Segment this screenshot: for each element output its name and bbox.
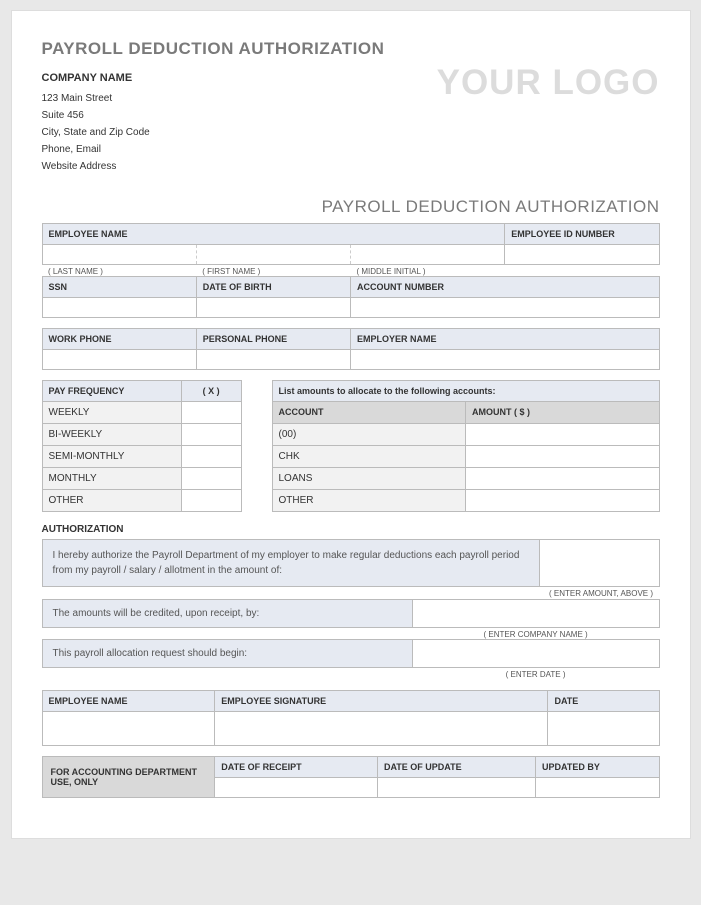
work-phone-header: WORK PHONE: [42, 329, 196, 350]
freq-monthly: MONTHLY: [42, 468, 181, 490]
company-block: COMPANY NAME 123 Main Street Suite 456 C…: [42, 69, 150, 175]
updated-by-header: UPDATED BY: [536, 756, 660, 777]
freq-other: OTHER: [42, 490, 181, 512]
freq-weekly-x[interactable]: [181, 402, 241, 424]
dob-header: DATE OF BIRTH: [196, 277, 350, 298]
last-name-field[interactable]: [42, 244, 196, 264]
account-chk: CHK: [272, 445, 466, 467]
personal-phone-header: PERSONAL PHONE: [196, 329, 350, 350]
document-title: PAYROLL DEDUCTION AUTHORIZATION: [42, 39, 660, 59]
first-name-hint: ( FIRST NAME ): [196, 264, 350, 276]
header-row: COMPANY NAME 123 Main Street Suite 456 C…: [42, 69, 660, 175]
authorization-heading: AUTHORIZATION: [42, 524, 660, 535]
ssn-header: SSN: [42, 277, 196, 298]
credit-table: The amounts will be credited, upon recei…: [42, 599, 660, 640]
allocation-table: List amounts to allocate to the followin…: [272, 380, 660, 512]
amount-header: AMOUNT ( $ ): [466, 402, 660, 423]
begin-text: This payroll allocation request should b…: [42, 640, 412, 668]
ssn-field[interactable]: [42, 298, 196, 318]
personal-phone-field[interactable]: [196, 350, 350, 370]
freq-biweekly: BI-WEEKLY: [42, 424, 181, 446]
account-number-field[interactable]: [351, 298, 660, 318]
accounting-label: FOR ACCOUNTING DEPARTMENT USE, ONLY: [42, 756, 215, 797]
authorization-table: I hereby authorize the Payroll Departmen…: [42, 539, 660, 599]
sig-date-field[interactable]: [548, 711, 659, 745]
sig-employee-signature-field[interactable]: [215, 711, 548, 745]
subtitle: PAYROLL DEDUCTION AUTHORIZATION: [42, 197, 660, 217]
x-header: ( X ): [181, 381, 241, 402]
document-page: PAYROLL DEDUCTION AUTHORIZATION COMPANY …: [11, 10, 691, 839]
accounting-table: FOR ACCOUNTING DEPARTMENT USE, ONLY DATE…: [42, 756, 660, 798]
freq-weekly: WEEKLY: [42, 402, 181, 424]
amount-loans[interactable]: [466, 467, 660, 489]
enter-amount-hint: ( ENTER AMOUNT, ABOVE ): [539, 587, 659, 599]
amount-00[interactable]: [466, 423, 660, 445]
signature-table: EMPLOYEE NAME EMPLOYEE SIGNATURE DATE: [42, 690, 660, 746]
middle-initial-hint: ( MIDDLE INITIAL ): [351, 264, 505, 276]
employee-id-header: EMPLOYEE ID NUMBER: [505, 223, 659, 244]
updated-by-field[interactable]: [536, 777, 660, 797]
first-name-field[interactable]: [196, 244, 350, 264]
middle-initial-field[interactable]: [351, 244, 505, 264]
freq-other-x[interactable]: [181, 490, 241, 512]
freq-biweekly-x[interactable]: [181, 424, 241, 446]
amount-other[interactable]: [466, 489, 660, 511]
date-receipt-field[interactable]: [215, 777, 378, 797]
enter-company-hint: ( ENTER COMPANY NAME ): [412, 627, 659, 639]
date-update-field[interactable]: [377, 777, 535, 797]
company-line4: Phone, Email: [42, 141, 150, 158]
date-receipt-header: DATE OF RECEIPT: [215, 756, 378, 777]
dob-field[interactable]: [196, 298, 350, 318]
freq-monthly-x[interactable]: [181, 468, 241, 490]
last-name-hint: ( LAST NAME ): [42, 264, 196, 276]
date-update-header: DATE OF UPDATE: [377, 756, 535, 777]
employer-name-field[interactable]: [351, 350, 660, 370]
authorization-amount-field[interactable]: [539, 540, 659, 587]
phone-table: WORK PHONE PERSONAL PHONE EMPLOYER NAME: [42, 328, 660, 370]
amount-chk[interactable]: [466, 445, 660, 467]
account-00: (00): [272, 423, 466, 445]
logo-placeholder: YOUR LOGO: [437, 63, 660, 103]
employer-name-header: EMPLOYER NAME: [351, 329, 660, 350]
work-phone-field[interactable]: [42, 350, 196, 370]
credit-company-field[interactable]: [412, 599, 659, 627]
credit-text: The amounts will be credited, upon recei…: [42, 599, 412, 627]
account-number-header: ACCOUNT NUMBER: [351, 277, 660, 298]
account-loans: LOANS: [272, 467, 466, 489]
freq-alloc-row: PAY FREQUENCY ( X ) WEEKLY BI-WEEKLY SEM…: [42, 380, 660, 512]
company-line5: Website Address: [42, 158, 150, 175]
sig-employee-signature-header: EMPLOYEE SIGNATURE: [215, 690, 548, 711]
account-header: ACCOUNT: [272, 402, 466, 423]
company-line3: City, State and Zip Code: [42, 124, 150, 141]
sig-date-header: DATE: [548, 690, 659, 711]
company-line1: 123 Main Street: [42, 90, 150, 107]
sig-employee-name-field[interactable]: [42, 711, 215, 745]
company-name: COMPANY NAME: [42, 69, 150, 88]
freq-semimonthly: SEMI-MONTHLY: [42, 446, 181, 468]
account-other: OTHER: [272, 489, 466, 511]
begin-table: This payroll allocation request should b…: [42, 639, 660, 680]
employee-name-header: EMPLOYEE NAME: [42, 223, 505, 244]
ssn-table: SSN DATE OF BIRTH ACCOUNT NUMBER: [42, 276, 660, 318]
sig-employee-name-header: EMPLOYEE NAME: [42, 690, 215, 711]
enter-date-hint: ( ENTER DATE ): [412, 668, 659, 680]
allocation-title: List amounts to allocate to the followin…: [272, 381, 659, 402]
begin-date-field[interactable]: [412, 640, 659, 668]
freq-semimonthly-x[interactable]: [181, 446, 241, 468]
employee-name-table: EMPLOYEE NAME EMPLOYEE ID NUMBER ( LAST …: [42, 223, 660, 277]
employee-id-field[interactable]: [505, 244, 659, 264]
company-line2: Suite 456: [42, 107, 150, 124]
pay-frequency-table: PAY FREQUENCY ( X ) WEEKLY BI-WEEKLY SEM…: [42, 380, 242, 512]
pay-frequency-header: PAY FREQUENCY: [42, 381, 181, 402]
authorization-text: I hereby authorize the Payroll Departmen…: [42, 540, 539, 587]
